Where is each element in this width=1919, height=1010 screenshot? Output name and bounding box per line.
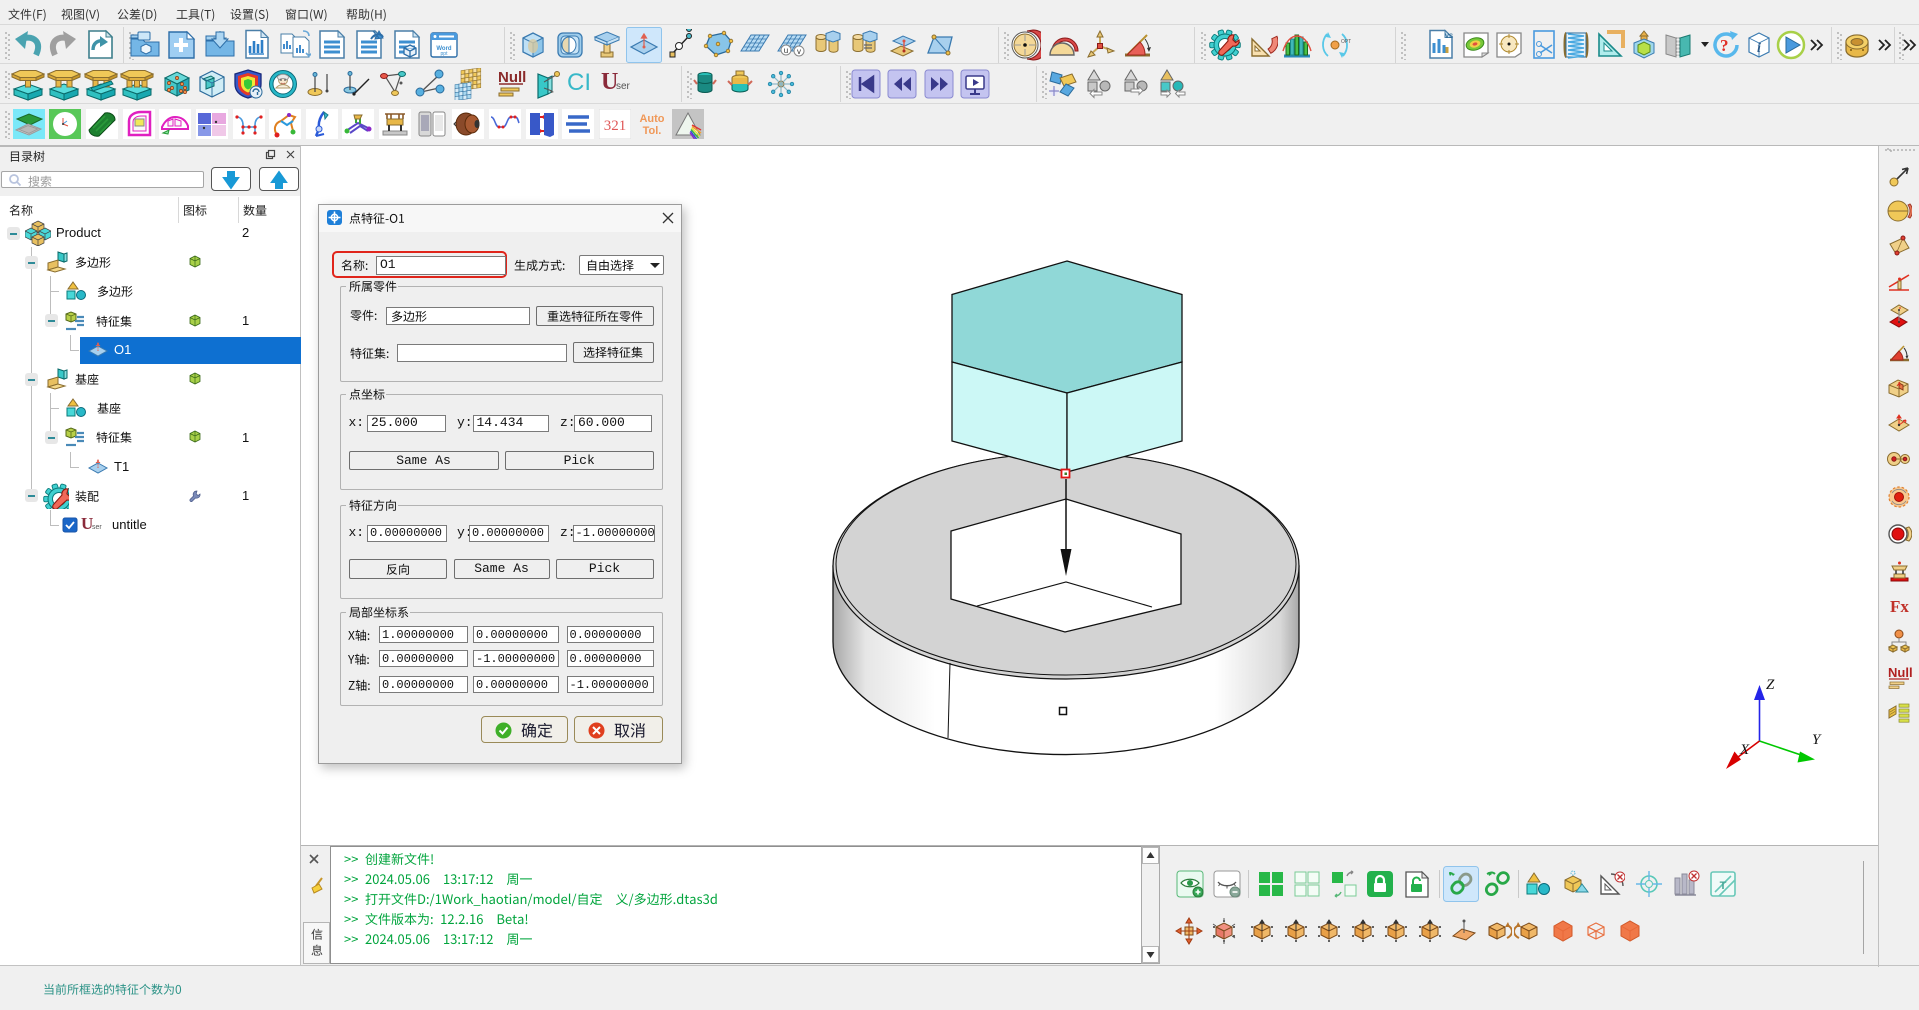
svg-text:v: v — [797, 47, 801, 56]
svg-text:321: 321 — [604, 118, 627, 134]
svg-text:ser: ser — [92, 524, 102, 531]
svg-text:VS: VS — [1445, 34, 1453, 40]
svg-text:ppt: ppt — [441, 51, 449, 57]
svg-text:Fx: Fx — [1890, 597, 1909, 616]
svg-text:OPT: OPT — [1341, 39, 1351, 45]
svg-text:i: i — [1757, 41, 1761, 56]
svg-text:ser: ser — [616, 81, 631, 92]
svg-text:u: u — [783, 46, 787, 55]
svg-text:CI: CI — [567, 69, 591, 96]
svg-text:Tol.: Tol. — [642, 125, 661, 137]
svg-text:?: ? — [1720, 36, 1729, 55]
svg-text:T: T — [1720, 880, 1727, 892]
svg-text:Auto: Auto — [639, 113, 664, 125]
svg-text:Null: Null — [1888, 665, 1912, 680]
